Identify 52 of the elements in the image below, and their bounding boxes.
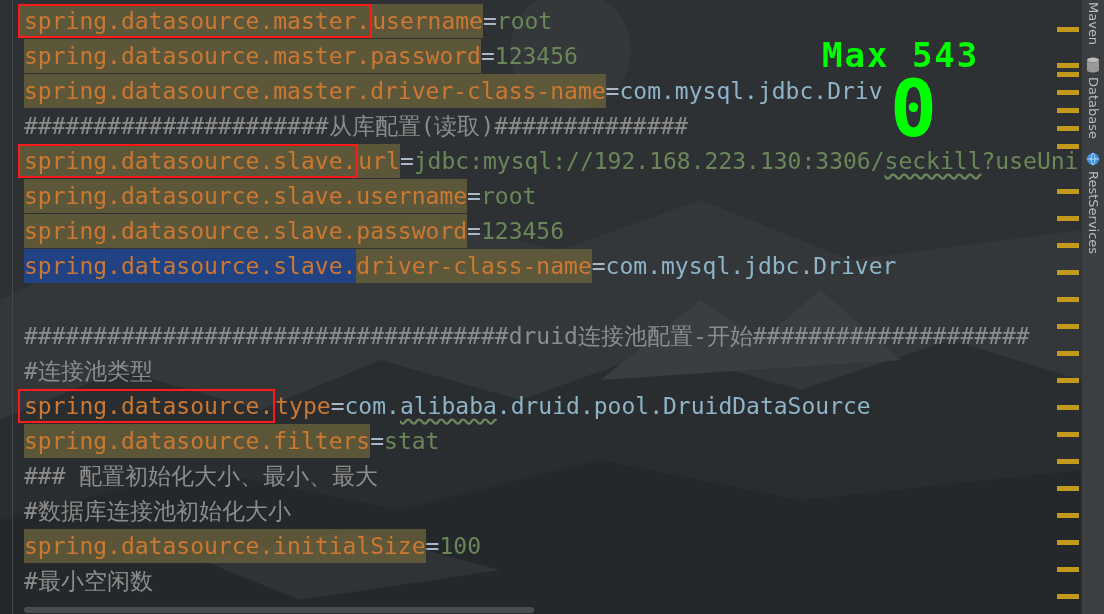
- property-key: spring.datasource.slave.password: [24, 214, 468, 248]
- equals-sign: =: [399, 147, 414, 176]
- comment-text: ### 配置初始化大小、最小、最大: [24, 462, 379, 491]
- horizontal-scrollbar[interactable]: [24, 607, 534, 613]
- property-key: url: [358, 144, 400, 178]
- property-key: spring.datasource.master.: [18, 4, 373, 38]
- database-icon: [1086, 57, 1100, 74]
- property-key: username: [372, 4, 483, 38]
- property-value: .druid.pool.DruidDataSource: [496, 392, 871, 421]
- property-value: alibaba: [399, 392, 497, 421]
- property-key: spring.datasource.slave.: [24, 249, 357, 283]
- equals-sign: =: [482, 7, 497, 36]
- property-key: spring.datasource.slave.username: [24, 179, 468, 213]
- equals-sign: =: [467, 182, 481, 211]
- property-value: seckill: [884, 147, 982, 176]
- property-key: driver-class-name: [356, 249, 592, 283]
- property-value: root: [496, 7, 553, 36]
- comment-text: #连接池类型: [24, 357, 153, 386]
- max-score-label: Max 543: [822, 36, 980, 74]
- property-key: spring.datasource.filters: [24, 424, 371, 458]
- property-value: com.mysql.jdbc.Driv: [619, 77, 883, 106]
- tool-window-tab[interactable]: Maven: [1085, 2, 1101, 46]
- equals-sign: =: [425, 532, 440, 561]
- equals-sign: =: [330, 392, 345, 421]
- property-value: 123456: [494, 42, 578, 71]
- tool-window-tab[interactable]: RestServices: [1085, 171, 1101, 255]
- property-value: 123456: [480, 217, 565, 246]
- comment-text: ######################从库配置(读取)##############: [24, 112, 689, 141]
- property-value: com.: [344, 392, 400, 421]
- comment-text: #最小空闲数: [24, 567, 153, 596]
- property-value: ?useUni: [981, 147, 1079, 176]
- equals-sign: =: [480, 42, 495, 71]
- property-key: spring.datasource.: [18, 389, 276, 423]
- comment-text: ###################################druid连接池配置-开始####################: [24, 322, 1030, 351]
- tool-window-tab[interactable]: Database: [1085, 77, 1101, 140]
- property-key: spring.datasource.master.password: [24, 39, 481, 73]
- equals-sign: =: [370, 427, 385, 456]
- property-key: spring.datasource.initialSize: [24, 529, 426, 563]
- property-value: com.mysql.jdbc.Driver: [605, 252, 897, 281]
- counter-digit: 0: [890, 74, 937, 144]
- property-value: stat: [384, 427, 440, 456]
- property-value: root: [480, 182, 537, 211]
- property-key: type: [275, 389, 331, 423]
- property-value: 100: [439, 532, 481, 561]
- equals-sign: =: [605, 77, 620, 106]
- globe-icon: [1086, 151, 1100, 168]
- comment-text: #数据库连接池初始化大小: [24, 497, 291, 526]
- property-key: spring.datasource.slave.: [18, 144, 359, 178]
- property-value: jdbc:mysql://192.168.223.130:3306/: [413, 147, 885, 176]
- property-key: spring.datasource.master.driver-class-name: [24, 74, 606, 108]
- equals-sign: =: [591, 252, 606, 281]
- equals-sign: =: [467, 217, 481, 246]
